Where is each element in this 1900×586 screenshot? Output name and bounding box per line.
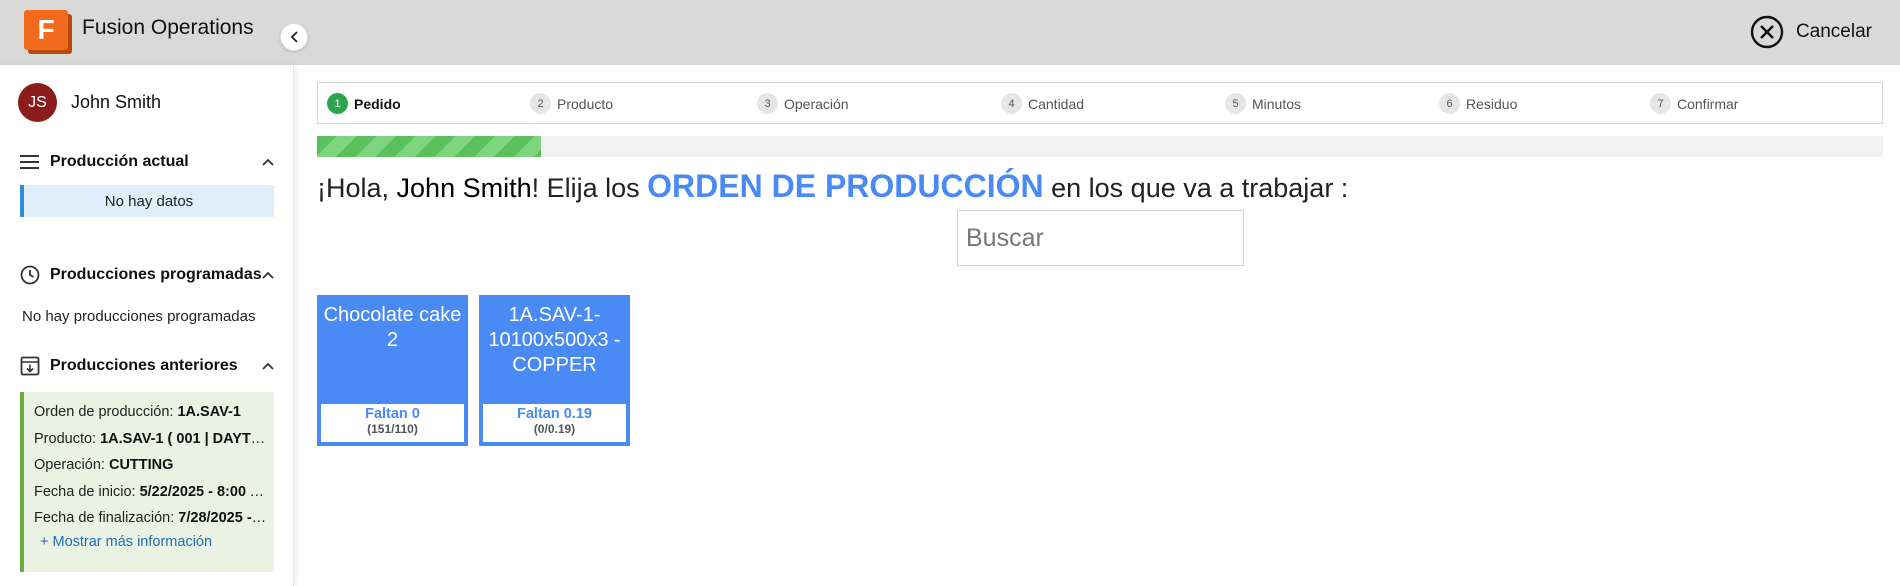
progress-fill — [317, 136, 541, 157]
chevron-left-icon — [290, 31, 298, 43]
section-title: Producciones programadas — [50, 266, 262, 283]
step-number: 6 — [1439, 93, 1460, 114]
clock-icon — [20, 265, 40, 285]
step-number: 2 — [530, 93, 551, 114]
chevron-up-icon — [262, 271, 274, 279]
scheduled-productions-empty: No hay producciones programadas — [22, 308, 256, 325]
row-value: 1A.SAV-1 ( 001 | DAYTON ) — [100, 430, 270, 447]
section-current-production[interactable]: Producción actual — [20, 150, 274, 174]
order-ratio: (0/0.19) — [533, 422, 576, 436]
fusion-logo: F — [24, 10, 72, 54]
row-value: CUTTING — [108, 457, 174, 473]
previous-product-row: Producto: 1A.SAV-1 ( 001 | DAYTON ) — [34, 426, 270, 453]
row-label: Fecha de inicio: — [34, 483, 140, 500]
step-label: Residuo — [1466, 95, 1518, 112]
previous-production-card: Orden de producción: 1A.SAV-1 Producto: … — [20, 392, 274, 572]
order-card-1a-sav-1-copper[interactable]: 1A.SAV-1-10100x500x3 - COPPER Faltan 0.1… — [479, 295, 630, 446]
step-number: 7 — [1650, 93, 1671, 114]
step-number: 1 — [327, 93, 348, 114]
step-producto[interactable]: 2 Producto — [530, 93, 613, 114]
step-minutos[interactable]: 5 Minutos — [1225, 93, 1301, 114]
greeting-highlight: ORDEN DE PRODUCCIÓN — [647, 168, 1044, 204]
avatar: JS — [18, 83, 57, 122]
step-residuo[interactable]: 6 Residuo — [1439, 93, 1517, 114]
collapse-sidebar-button[interactable] — [280, 23, 308, 51]
previous-operation-row: Operación: CUTTING — [34, 452, 270, 479]
row-value: 7/28/2025 - 5:00 PM — [178, 510, 270, 526]
archive-download-icon — [20, 356, 40, 376]
order-remaining: Faltan 0 — [365, 406, 420, 422]
step-label: Confirmar — [1677, 95, 1739, 112]
step-number: 4 — [1001, 93, 1022, 114]
step-number: 5 — [1225, 93, 1246, 114]
greeting-pre: ¡Hola, — [317, 173, 397, 203]
cancel-button[interactable]: Cancelar — [1750, 14, 1872, 50]
order-remaining: Faltan 0.19 — [517, 406, 592, 422]
greeting-user-name: John Smith — [396, 173, 532, 203]
step-label: Pedido — [354, 95, 401, 112]
row-value: 1A.SAV-1 — [177, 404, 241, 420]
section-title: Producciones anteriores — [50, 357, 238, 374]
step-label: Cantidad — [1028, 95, 1085, 112]
app-title: Fusion Operations — [82, 16, 254, 39]
close-circle-icon — [1750, 15, 1784, 49]
step-number: 3 — [757, 93, 778, 114]
section-previous-productions[interactable]: Producciones anteriores — [20, 354, 274, 378]
cancel-label: Cancelar — [1795, 21, 1872, 42]
row-value: 5/22/2025 - 8:00 AM — [139, 483, 270, 500]
order-title: 1A.SAV-1-10100x500x3 - COPPER — [488, 304, 621, 376]
order-ratio: (151/110) — [367, 422, 418, 436]
previous-end-date-row: Fecha de finalización: 7/28/2025 - 5:00 … — [34, 505, 270, 532]
greeting-mid: ! Elija los — [531, 173, 648, 203]
step-confirmar[interactable]: 7 Confirmar — [1650, 93, 1738, 114]
greeting-post: en los que va a trabajar : — [1043, 173, 1349, 203]
wizard-stepper: 1 Pedido 2 Producto 3 Operación 4 Cantidad 5… — [317, 82, 1883, 124]
previous-start-date-row: Fecha de inicio: 5/22/2025 - 8:00 AM — [34, 479, 270, 506]
chevron-up-icon — [262, 362, 274, 370]
current-production-empty: No hay datos — [20, 185, 274, 217]
row-label: Producto: — [34, 430, 101, 447]
show-more-info-link[interactable]: + Mostrar más información — [40, 534, 274, 550]
row-label: Fecha de finalización: — [34, 510, 179, 526]
sidebar: JS John Smith Producción actual No hay d… — [0, 65, 294, 586]
order-footer: Faltan 0.19 (0/0.19) — [483, 404, 626, 442]
user-profile: JS John Smith — [18, 83, 161, 122]
search-input[interactable] — [957, 210, 1244, 266]
order-card-chocolate-cake[interactable]: Chocolate cake 2 Faltan 0 (151/110) — [317, 295, 468, 446]
step-pedido[interactable]: 1 Pedido — [327, 93, 401, 114]
step-label: Minutos — [1252, 95, 1302, 112]
logo-letter: F — [24, 10, 68, 50]
section-scheduled-productions[interactable]: Producciones programadas — [20, 263, 274, 287]
order-title: Chocolate cake 2 — [323, 304, 462, 351]
row-label: Orden de producción: — [34, 404, 178, 420]
step-label: Producto — [557, 95, 614, 112]
progress-bar — [317, 136, 1883, 157]
order-footer: Faltan 0 (151/110) — [321, 404, 464, 442]
step-cantidad[interactable]: 4 Cantidad — [1001, 93, 1084, 114]
step-operacion[interactable]: 3 Operación — [757, 93, 849, 114]
step-label: Operación — [784, 95, 849, 112]
row-label: Operación: — [34, 457, 109, 473]
user-name: John Smith — [71, 92, 162, 112]
section-title: Producción actual — [50, 153, 189, 170]
greeting-heading: ¡Hola, John Smith! Elija los ORDEN DE PR… — [317, 168, 1348, 205]
previous-order-row: Orden de producción: 1A.SAV-1 — [34, 399, 270, 426]
chevron-up-icon — [262, 158, 274, 166]
menu-icon — [20, 155, 39, 169]
